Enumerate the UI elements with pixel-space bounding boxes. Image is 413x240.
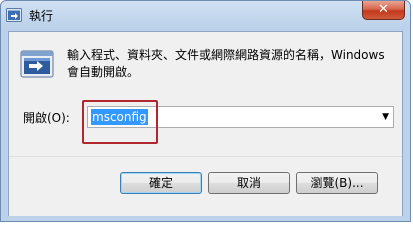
open-input-value[interactable]: msconfig [91, 109, 148, 125]
browse-button[interactable]: 瀏覽(B)... [296, 172, 378, 194]
instruction-line-1: 輸入程式、資料夾、文件或網際網路資源的名稱，Windows [67, 48, 385, 62]
open-combobox[interactable]: msconfig ▼ [87, 106, 394, 128]
ok-button[interactable]: 確定 [120, 172, 202, 194]
dropdown-arrow-icon[interactable]: ▼ [382, 112, 389, 122]
close-icon: ✕ [378, 2, 389, 17]
run-program-icon [20, 47, 54, 81]
close-button[interactable]: ✕ [362, 1, 405, 20]
instruction-line-2: 會自動開啟。 [67, 65, 140, 79]
instruction-text: 輸入程式、資料夾、文件或網際網路資源的名稱，Windows 會自動開啟。 [67, 47, 397, 81]
open-label: 開啟(O): [23, 111, 70, 125]
title-bar[interactable]: 執行 ✕ [1, 1, 410, 31]
window-title: 執行 [29, 9, 54, 23]
run-app-icon [6, 8, 22, 23]
dialog-body: 輸入程式、資料夾、文件或網際網路資源的名稱，Windows 會自動開啟。 開啟(… [8, 31, 403, 216]
cancel-button[interactable]: 取消 [208, 172, 290, 194]
run-dialog-window: 執行 ✕ 輸入程式、資料夾、文件或網際網路資源的名稱，Windows 會自動開啟… [0, 0, 411, 222]
